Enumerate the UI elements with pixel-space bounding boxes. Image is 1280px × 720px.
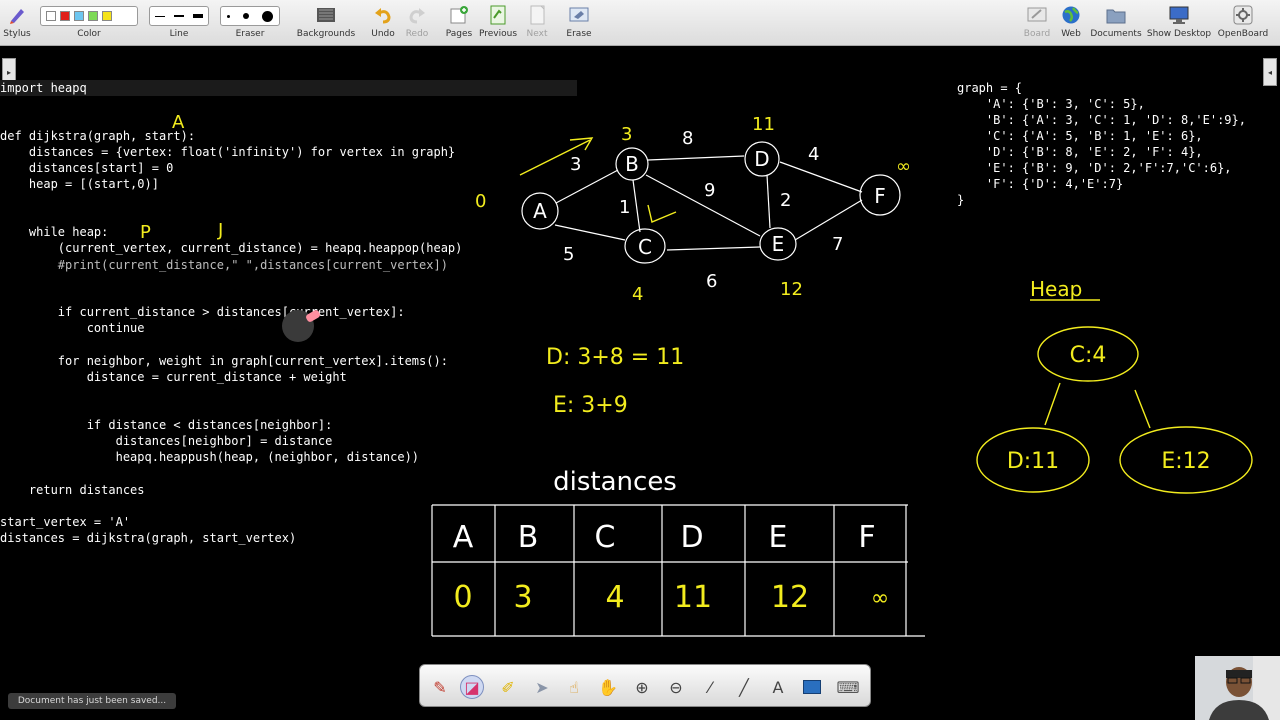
virtual-keyboard-tool[interactable]: ⌨ — [836, 675, 860, 699]
edge-a-c — [554, 224, 626, 241]
table-header-a: A — [453, 520, 474, 555]
weight-a-b: 3 — [570, 154, 581, 175]
heap-node-c-label: C:4 — [1070, 343, 1107, 368]
hand-tool[interactable]: ✋ — [596, 675, 620, 699]
node-b-label: B — [625, 152, 639, 176]
table-header-c: C — [595, 520, 616, 555]
dist-f: ∞ — [896, 156, 911, 177]
hand-pointer-icon: ☝ — [569, 677, 579, 697]
eraser-icon: ◪ — [464, 677, 480, 697]
dist-note-2: E: 3+9 — [553, 393, 628, 418]
node-a-label: A — [533, 199, 547, 223]
heap-node-e-label: E:12 — [1161, 449, 1210, 474]
edge-b-e — [645, 174, 761, 237]
line-tool[interactable]: ╱ — [732, 675, 756, 699]
while-note-2: J — [217, 220, 223, 241]
laser-pointer-tool[interactable]: ⁄ — [698, 675, 722, 699]
selector-tool[interactable]: ➤ — [530, 675, 554, 699]
table-header-e: E — [769, 520, 788, 555]
highlighter-icon: ✐ — [501, 677, 515, 697]
laser-pointer-icon: ⁄ — [708, 677, 712, 697]
tool-palette: ✎ ◪ ✐ ➤ ☝ ✋ ⊕ ⊖ ⁄ ╱ A ⌨ — [419, 664, 871, 707]
pointer-icon: ➤ — [535, 677, 549, 697]
weight-c-e: 6 — [706, 271, 717, 292]
zoom-in-icon: ⊕ — [635, 677, 649, 697]
table-value-a: 0 — [453, 580, 472, 615]
capture-tool[interactable] — [800, 675, 824, 699]
text-tool[interactable]: A — [766, 675, 790, 699]
highlighter-tool[interactable]: ✐ — [496, 675, 520, 699]
eraser-tool[interactable]: ◪ — [460, 675, 484, 699]
capture-icon — [803, 680, 821, 694]
table-value-b: 3 — [513, 580, 532, 615]
zoom-in-tool[interactable]: ⊕ — [630, 675, 654, 699]
node-e-label: E — [772, 232, 785, 256]
node-d-label: D — [754, 147, 769, 171]
line-icon: ╱ — [739, 677, 749, 697]
dist-b: 3 — [621, 124, 632, 145]
status-message: Document has just been saved... — [8, 693, 176, 709]
play-tool[interactable]: ☝ — [562, 675, 586, 699]
webcam-overlay — [1195, 656, 1280, 720]
edge-b-c — [632, 179, 641, 233]
weight-b-e: 9 — [704, 180, 715, 201]
hand-icon: ✋ — [598, 677, 618, 697]
keyboard-icon: ⌨ — [836, 677, 860, 697]
dist-note-1: D: 3+8 = 11 — [546, 345, 684, 370]
table-value-c: 4 — [605, 580, 624, 615]
edge-d-f — [779, 161, 863, 193]
table-header-b: B — [518, 520, 539, 555]
weight-e-f: 7 — [832, 234, 843, 255]
node-c-label: C — [638, 235, 652, 259]
weight-b-d: 8 — [682, 128, 693, 149]
a-note: A — [172, 112, 185, 133]
edge-b-d — [647, 155, 745, 161]
pen-tool[interactable]: ✎ — [428, 675, 452, 699]
zoom-out-tool[interactable]: ⊖ — [664, 675, 688, 699]
check-mark — [647, 204, 677, 223]
webcam-person-image — [1195, 656, 1280, 720]
weight-a-c: 5 — [563, 244, 574, 265]
edge-c-e — [666, 246, 761, 251]
distances-title: distances — [553, 467, 677, 497]
dist-a: 0 — [475, 191, 486, 212]
dist-d: 11 — [752, 114, 775, 135]
heap-title: Heap — [1030, 277, 1082, 301]
zoom-out-icon: ⊖ — [669, 677, 683, 697]
table-header-d: D — [680, 520, 703, 555]
ink-layer: A B C D E F 3 5 1 9 8 4 2 6 7 0 3 4 11 1… — [140, 112, 1253, 637]
table-value-e: 12 — [771, 580, 809, 615]
edge-e-f — [794, 199, 863, 241]
table-value-d: 11 — [674, 580, 712, 615]
pen-icon: ✎ — [433, 677, 447, 697]
heap-node-d-label: D:11 — [1007, 449, 1059, 474]
edge-a-b — [555, 169, 619, 204]
dist-c: 4 — [632, 284, 643, 305]
node-f-label: F — [874, 184, 886, 208]
while-note-1: P — [140, 222, 151, 243]
weight-b-c: 1 — [619, 197, 630, 218]
distance-table-grid — [431, 504, 925, 637]
weight-d-e: 2 — [780, 190, 791, 211]
table-header-f: F — [858, 520, 875, 555]
text-icon: A — [772, 677, 784, 697]
table-value-f: ∞ — [871, 586, 889, 611]
dist-e: 12 — [780, 279, 803, 300]
edge-d-e — [766, 174, 771, 229]
heap-edges — [1044, 382, 1151, 429]
weight-d-f: 4 — [808, 144, 819, 165]
